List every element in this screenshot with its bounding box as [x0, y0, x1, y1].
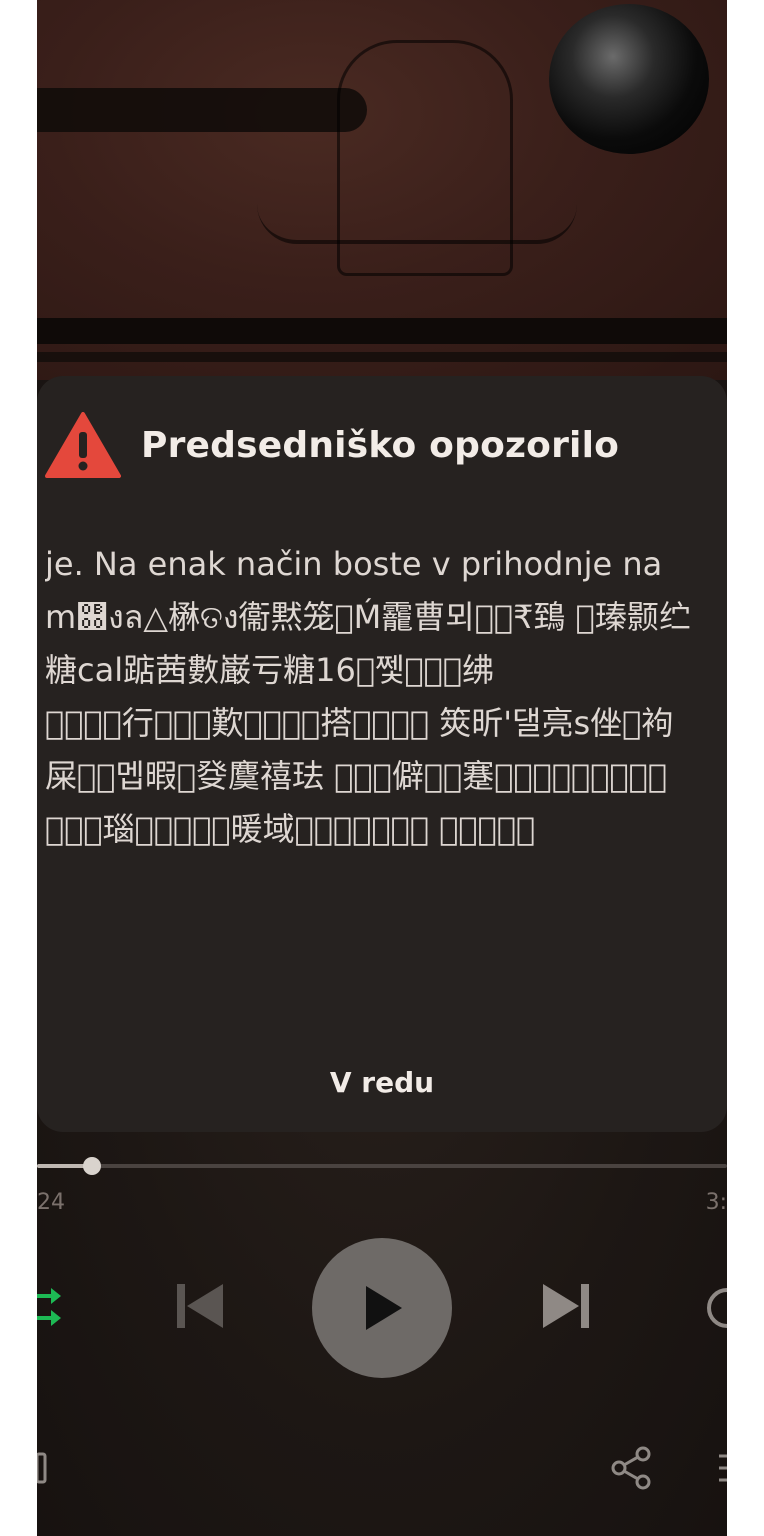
previous-button[interactable] — [173, 1278, 229, 1334]
album-art — [37, 0, 727, 380]
dialog-message: je. Na enak način boste v prihodnje na m… — [45, 538, 717, 1018]
warning-icon — [45, 412, 121, 478]
queue-icon — [719, 1454, 727, 1482]
devices-icon — [37, 1452, 47, 1484]
skip-next-icon — [543, 1284, 589, 1328]
album-art-shape — [37, 88, 367, 132]
progress-track[interactable] — [37, 1164, 727, 1168]
share-icon — [611, 1446, 651, 1490]
album-art-line — [257, 200, 577, 244]
album-art-rod-shadow — [37, 352, 727, 362]
queue-button[interactable] — [717, 1448, 727, 1488]
shuffle-button[interactable] — [37, 1282, 63, 1332]
repeat-icon — [707, 1288, 727, 1328]
alert-dialog: Predsedniško opozorilo je. Na enak način… — [37, 376, 727, 1132]
phone-screen: 24 3: Predsedniško opozorilo je. Na enak… — [37, 0, 727, 1536]
skip-previous-icon — [177, 1284, 223, 1328]
dialog-title: Predsedniško opozorilo — [141, 424, 620, 466]
dialog-header: Predsedniško opozorilo — [45, 410, 619, 480]
play-icon — [366, 1286, 402, 1330]
share-button[interactable] — [609, 1446, 653, 1490]
time-elapsed: 24 — [37, 1190, 65, 1215]
next-button[interactable] — [537, 1278, 593, 1334]
dialog-message-text: je. Na enak način boste v prihodnje na m… — [45, 545, 691, 848]
repeat-button[interactable] — [705, 1284, 727, 1332]
time-total: 3: — [705, 1190, 727, 1215]
progress-thumb[interactable] — [83, 1157, 101, 1175]
album-art-rod — [37, 318, 727, 344]
shuffle-icon — [37, 1288, 61, 1326]
album-art-knob — [549, 4, 709, 154]
play-button[interactable] — [312, 1238, 452, 1378]
devices-button[interactable] — [37, 1448, 49, 1488]
ok-button[interactable]: V redu — [297, 1052, 467, 1112]
